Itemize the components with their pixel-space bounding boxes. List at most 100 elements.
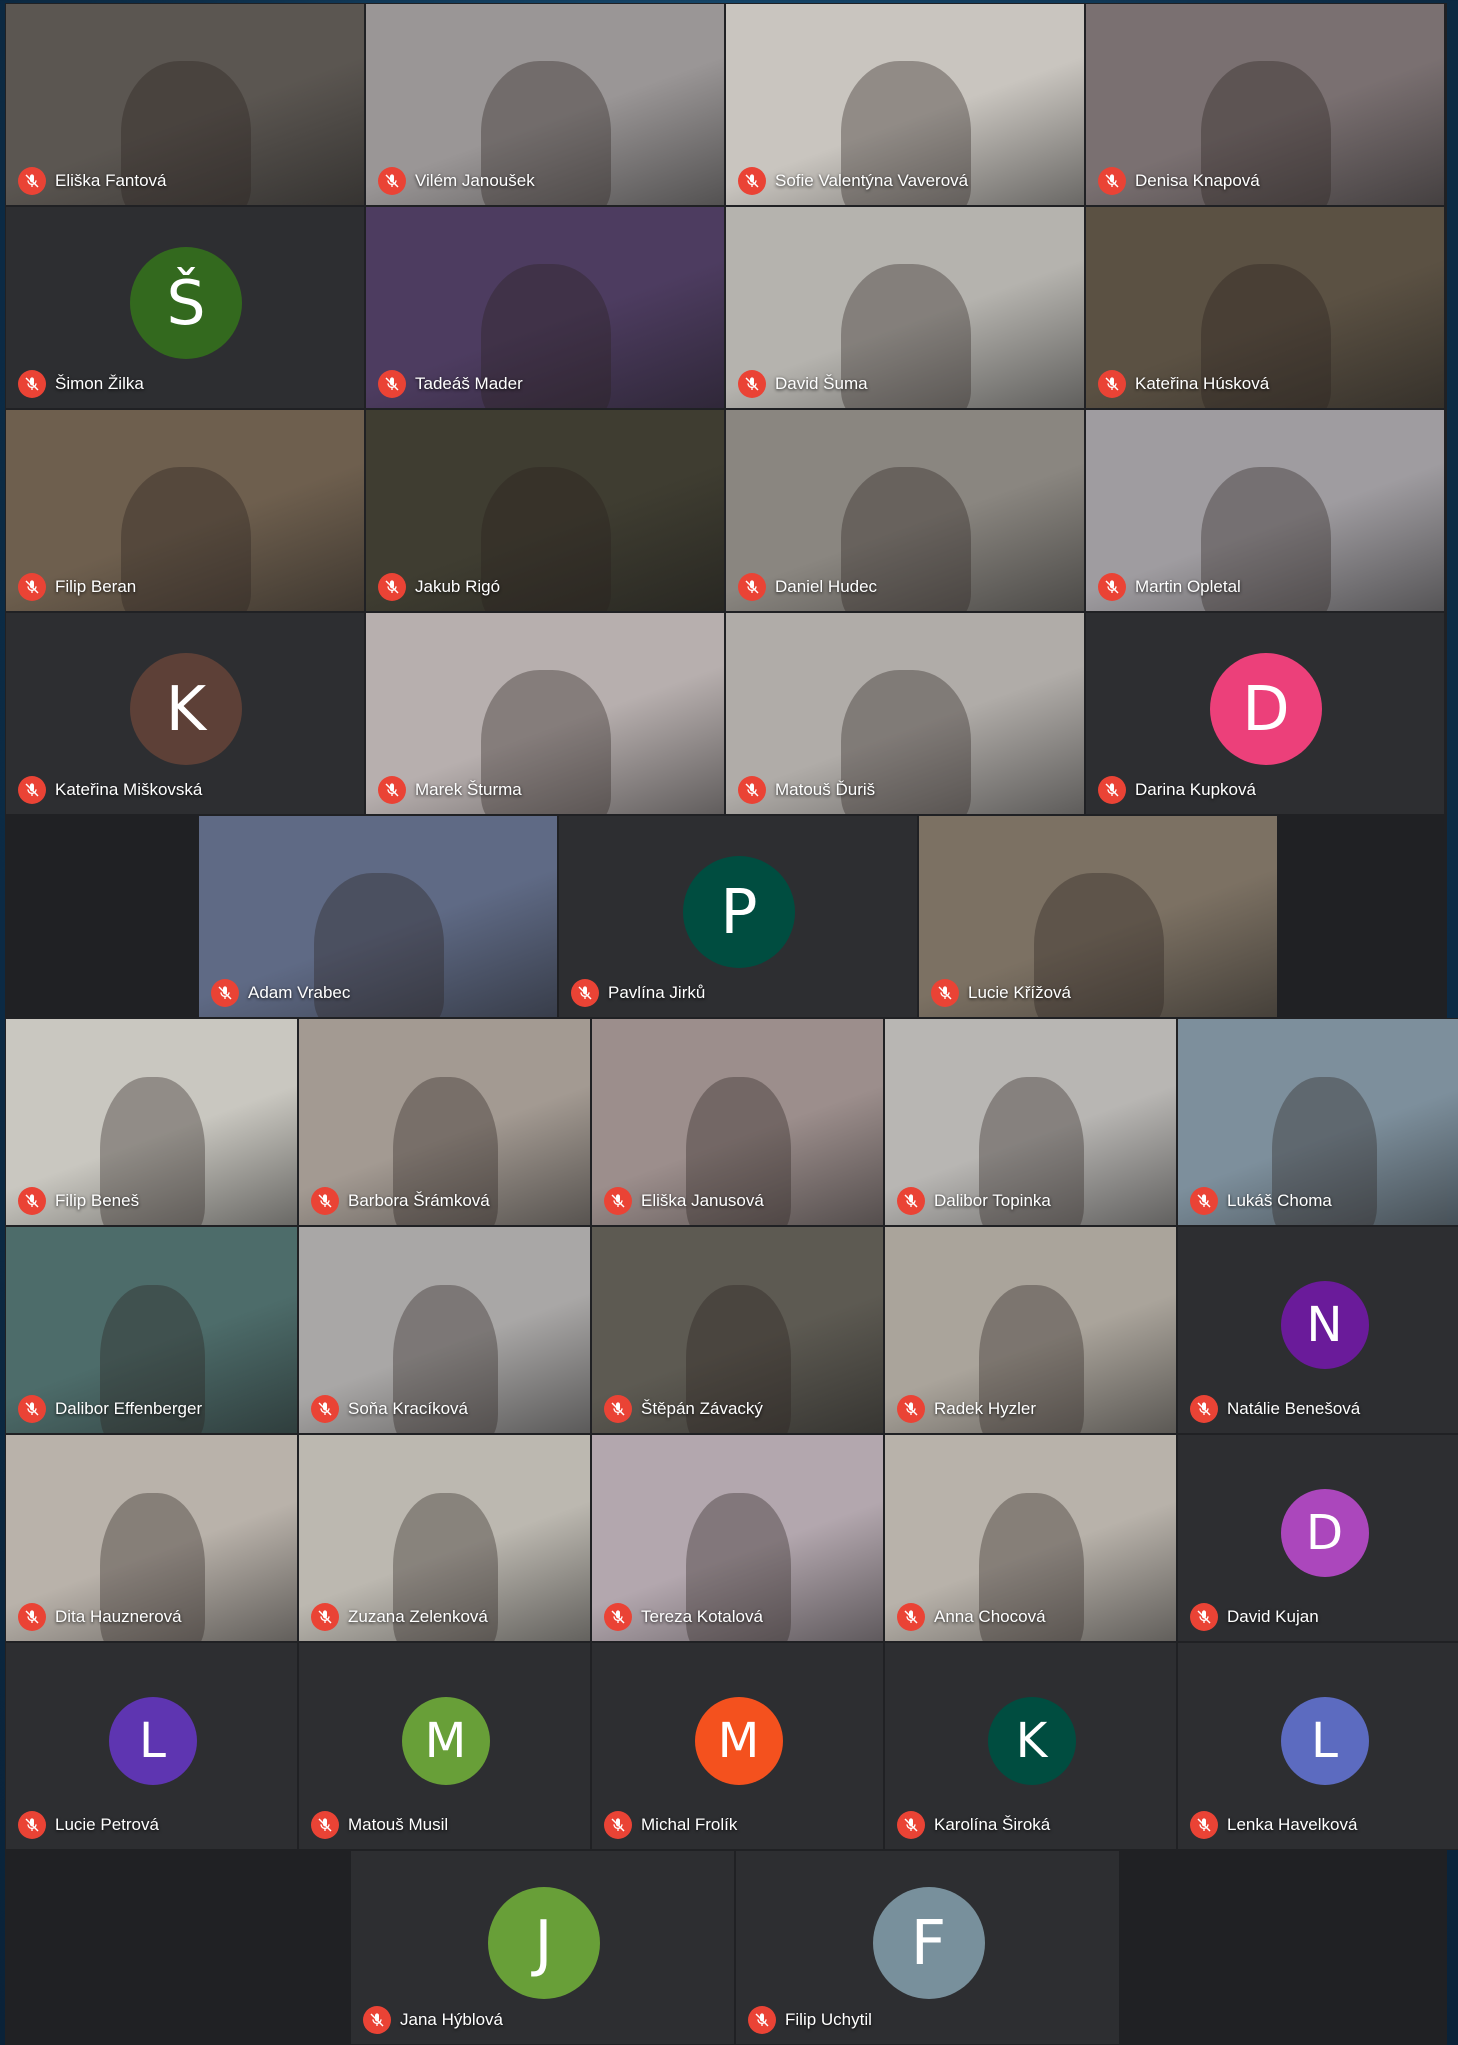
participant-name: Soňa Kracíková bbox=[348, 1399, 469, 1418]
participant-tile-natalie-benesova[interactable]: N Natálie Benešová bbox=[1177, 1226, 1458, 1434]
participant-name-bar: Matouš Ďuriš bbox=[738, 776, 875, 804]
avatar: K bbox=[130, 652, 242, 765]
participant-tile-dalibor-topinka[interactable]: Dalibor Topinka bbox=[884, 1018, 1177, 1226]
mic-off-icon bbox=[897, 1187, 925, 1215]
participant-name-bar: Sofie Valentýna Vaverová bbox=[738, 167, 968, 195]
participant-tile-eliska-janusova[interactable]: Eliška Janusová bbox=[591, 1018, 884, 1226]
participant-name-bar: Lenka Havelková bbox=[1190, 1811, 1357, 1839]
mic-off-icon bbox=[378, 167, 406, 195]
participant-name: Denisa Knapová bbox=[1135, 171, 1260, 190]
avatar: F bbox=[872, 1886, 985, 1999]
mic-off-icon bbox=[378, 370, 406, 398]
participant-name: Matouš Musil bbox=[348, 1815, 449, 1834]
mic-off-icon bbox=[18, 1603, 46, 1631]
participant-name: Dalibor Effenberger bbox=[55, 1399, 203, 1418]
participant-name: Dalibor Topinka bbox=[934, 1191, 1051, 1210]
participant-tile-filip-uchytil[interactable]: F Filip Uchytil bbox=[735, 1850, 1120, 2045]
participant-name-bar: Kateřina Húsková bbox=[1098, 370, 1269, 398]
participant-tile-jakub-rigo[interactable]: Jakub Rigó bbox=[365, 409, 725, 612]
participant-tile-adam-vrabec[interactable]: Adam Vrabec bbox=[198, 815, 558, 1018]
avatar: D bbox=[1280, 1489, 1369, 1577]
participant-name-bar: Radek Hyzler bbox=[897, 1395, 1036, 1423]
participant-name-bar: Dalibor Topinka bbox=[897, 1187, 1051, 1215]
participant-tile-sofie-valentyna-vaverova[interactable]: Sofie Valentýna Vaverová bbox=[725, 3, 1085, 206]
participant-tile-matous-musil[interactable]: M Matouš Musil bbox=[298, 1642, 591, 1850]
participant-name: Zuzana Zelenková bbox=[348, 1607, 488, 1626]
participant-name: Kateřina Húsková bbox=[1135, 374, 1270, 393]
participant-name-bar: Anna Chocová bbox=[897, 1603, 1046, 1631]
participant-tile-filip-beran[interactable]: Filip Beran bbox=[5, 409, 365, 612]
participant-tile-sona-kracikova[interactable]: Soňa Kracíková bbox=[298, 1226, 591, 1434]
participant-tile-marek-sturma[interactable]: Marek Šturma bbox=[365, 612, 725, 815]
participant-tile-katerina-huskova[interactable]: Kateřina Húsková bbox=[1085, 206, 1445, 409]
participant-name-bar: Dalibor Effenberger bbox=[18, 1395, 202, 1423]
participant-name-bar: Natálie Benešová bbox=[1190, 1395, 1360, 1423]
avatar: M bbox=[694, 1697, 783, 1785]
mic-off-icon bbox=[738, 573, 766, 601]
participant-tile-david-suma[interactable]: David Šuma bbox=[725, 206, 1085, 409]
participant-tile-michal-frolik[interactable]: M Michal Frolík bbox=[591, 1642, 884, 1850]
participant-name: Jakub Rigó bbox=[415, 577, 501, 596]
mic-off-icon bbox=[378, 573, 406, 601]
participant-tile-radek-hyzler[interactable]: Radek Hyzler bbox=[884, 1226, 1177, 1434]
mic-off-icon bbox=[211, 979, 239, 1007]
participant-name: Daniel Hudec bbox=[775, 577, 878, 596]
participant-tile-tereza-kotalova[interactable]: Tereza Kotalová bbox=[591, 1434, 884, 1642]
participant-name-bar: Eliška Fantová bbox=[18, 167, 167, 195]
participant-tile-vilem-janousek[interactable]: Vilém Janoušek bbox=[365, 3, 725, 206]
participant-tile-matous-duris[interactable]: Matouš Ďuriš bbox=[725, 612, 1085, 815]
participant-tile-martin-opletal[interactable]: Martin Opletal bbox=[1085, 409, 1445, 612]
participant-name: Jana Hýblová bbox=[400, 2010, 504, 2029]
participant-name-bar: Adam Vrabec bbox=[211, 979, 350, 1007]
participant-tile-dalibor-effenberger[interactable]: Dalibor Effenberger bbox=[5, 1226, 298, 1434]
participant-name: Natálie Benešová bbox=[1227, 1399, 1361, 1418]
participant-tile-darina-kupkova[interactable]: D Darina Kupková bbox=[1085, 612, 1445, 815]
mic-off-icon bbox=[18, 370, 46, 398]
participant-name-bar: Daniel Hudec bbox=[738, 573, 877, 601]
participant-name-bar: Štěpán Závacký bbox=[604, 1395, 763, 1423]
participant-name: Karolína Široká bbox=[934, 1815, 1051, 1834]
mic-off-icon bbox=[1098, 776, 1126, 804]
participant-name-bar: Denisa Knapová bbox=[1098, 167, 1260, 195]
participant-tile-lucie-krizova[interactable]: Lucie Křížová bbox=[918, 815, 1278, 1018]
participant-tile-zuzana-zelenkova[interactable]: Zuzana Zelenková bbox=[298, 1434, 591, 1642]
participant-tile-lukas-choma[interactable]: Lukáš Choma bbox=[1177, 1018, 1458, 1226]
mic-off-icon bbox=[311, 1811, 339, 1839]
participant-tile-dita-hauznerova[interactable]: Dita Hauznerová bbox=[5, 1434, 298, 1642]
avatar: P bbox=[683, 855, 795, 968]
participant-tile-simon-zilka[interactable]: Š Šimon Žilka bbox=[5, 206, 365, 409]
participant-tile-daniel-hudec[interactable]: Daniel Hudec bbox=[725, 409, 1085, 612]
participant-tile-barbora-sramkova[interactable]: Barbora Šrámková bbox=[298, 1018, 591, 1226]
participant-name: Šimon Žilka bbox=[55, 374, 144, 393]
participant-tile-pavlina-jirku[interactable]: P Pavlína Jirků bbox=[558, 815, 918, 1018]
participant-tile-david-kujan[interactable]: D David Kujan bbox=[1177, 1434, 1458, 1642]
participant-tile-filip-benes[interactable]: Filip Beneš bbox=[5, 1018, 298, 1226]
participant-name: Tereza Kotalová bbox=[641, 1607, 763, 1626]
participant-tile-anna-chocova[interactable]: Anna Chocová bbox=[884, 1434, 1177, 1642]
participant-name: Lenka Havelková bbox=[1227, 1815, 1358, 1834]
participant-tile-stepan-zavacky[interactable]: Štěpán Závacký bbox=[591, 1226, 884, 1434]
participant-tile-lucie-petrova[interactable]: L Lucie Petrová bbox=[5, 1642, 298, 1850]
participant-name-bar: David Šuma bbox=[738, 370, 868, 398]
participant-name-bar: Jakub Rigó bbox=[378, 573, 500, 601]
participant-name-bar: David Kujan bbox=[1190, 1603, 1319, 1631]
participant-name-bar: Martin Opletal bbox=[1098, 573, 1241, 601]
participant-name-bar: Karolína Široká bbox=[897, 1811, 1050, 1839]
participant-tile-denisa-knapova[interactable]: Denisa Knapová bbox=[1085, 3, 1445, 206]
participant-tile-karolina-siroka[interactable]: K Karolína Široká bbox=[884, 1642, 1177, 1850]
mic-off-icon bbox=[604, 1603, 632, 1631]
participant-tile-lenka-havelkova[interactable]: L Lenka Havelková bbox=[1177, 1642, 1458, 1850]
participant-tile-eliska-fantova[interactable]: Eliška Fantová bbox=[5, 3, 365, 206]
participant-tile-jana-hyblova[interactable]: J Jana Hýblová bbox=[350, 1850, 735, 2045]
avatar: L bbox=[108, 1697, 197, 1785]
avatar: L bbox=[1280, 1697, 1369, 1785]
mic-off-icon bbox=[897, 1395, 925, 1423]
avatar: J bbox=[487, 1886, 600, 1999]
participant-name: Kateřina Miškovská bbox=[55, 780, 203, 799]
participant-name-bar: Filip Beneš bbox=[18, 1187, 139, 1215]
avatar: Š bbox=[130, 246, 242, 359]
participant-tile-katerina-miskovska[interactable]: K Kateřina Miškovská bbox=[5, 612, 365, 815]
participant-name: Darina Kupková bbox=[1135, 780, 1256, 799]
participant-tile-tadeas-mader[interactable]: Tadeáš Mader bbox=[365, 206, 725, 409]
mic-off-icon bbox=[604, 1811, 632, 1839]
